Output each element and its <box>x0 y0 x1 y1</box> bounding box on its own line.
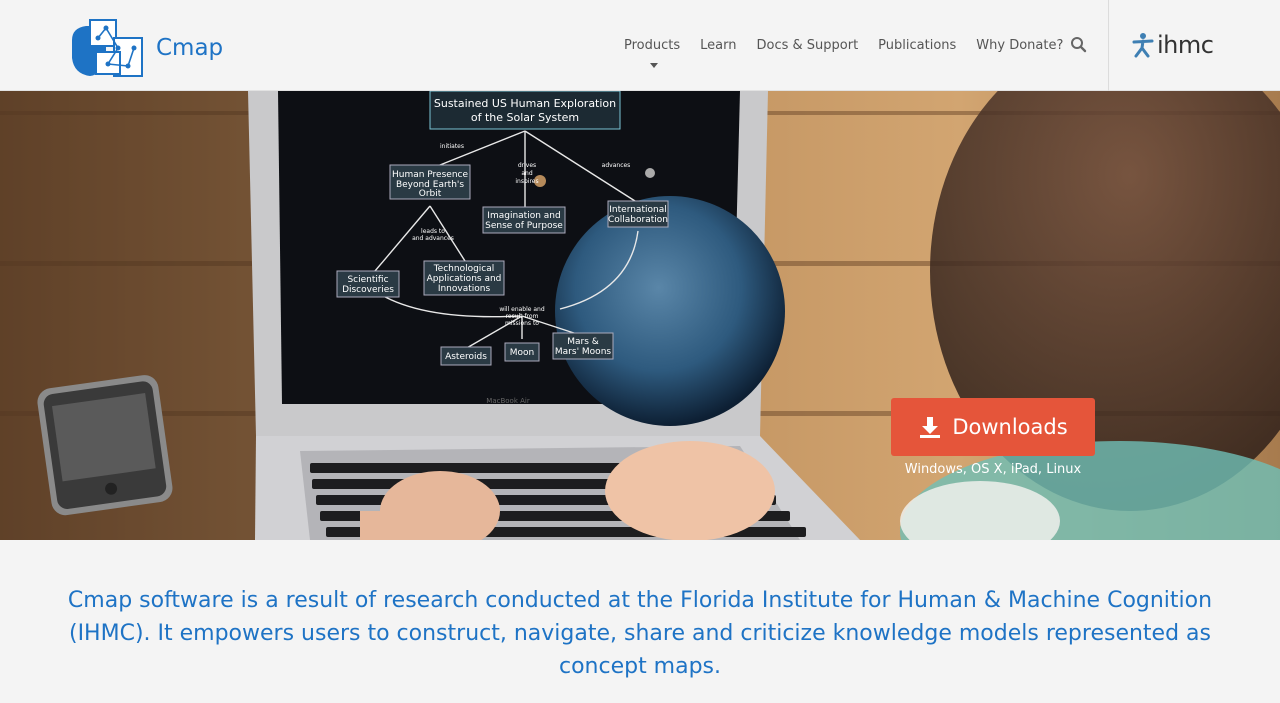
svg-text:Sense of Purpose: Sense of Purpose <box>485 221 563 231</box>
svg-text:Technological: Technological <box>433 264 495 274</box>
svg-text:leads to: leads to <box>421 228 445 235</box>
nav-learn[interactable]: Learn <box>700 38 736 53</box>
site-header: Cmap Products Learn Docs & Support Publi… <box>0 0 1280 91</box>
svg-text:Discoveries: Discoveries <box>342 285 394 295</box>
svg-text:Imagination and: Imagination and <box>487 211 560 221</box>
nav-products-label: Products <box>624 38 681 53</box>
svg-text:Applications and: Applications and <box>427 274 502 284</box>
svg-text:Mars &: Mars & <box>567 337 599 347</box>
intro-text: Cmap software is a result of research co… <box>67 588 1213 679</box>
svg-text:Sustained US Human Exploration: Sustained US Human Exploration <box>434 97 616 110</box>
svg-text:Asteroids: Asteroids <box>445 352 487 362</box>
chevron-down-icon <box>650 63 658 68</box>
downloads-button[interactable]: Downloads <box>891 398 1095 456</box>
downloads-label: Downloads <box>952 415 1068 439</box>
cmap-logo-link[interactable]: Cmap <box>68 18 223 78</box>
nav-products[interactable]: Products <box>624 38 681 68</box>
svg-text:inspires: inspires <box>515 178 538 185</box>
svg-text:Scientific: Scientific <box>347 275 388 285</box>
svg-text:and advances: and advances <box>412 235 454 242</box>
nav-why-donate[interactable]: Why Donate? <box>976 38 1063 53</box>
hero-banner: Sustained US Human Exploration of the So… <box>0 91 1280 540</box>
svg-text:drives: drives <box>518 162 536 169</box>
ihmc-figure-icon <box>1132 33 1154 58</box>
svg-text:and: and <box>521 170 532 177</box>
download-icon <box>920 417 941 438</box>
svg-text:advances: advances <box>602 162 631 169</box>
svg-text:of the Solar System: of the Solar System <box>471 111 579 124</box>
main-nav: Products Learn Docs & Support Publicatio… <box>624 38 1083 68</box>
brand-name: Cmap <box>156 35 224 61</box>
search-icon[interactable] <box>1070 36 1088 54</box>
svg-text:result from: result from <box>506 313 539 320</box>
laptop-brand-label: MacBook Air <box>486 397 530 405</box>
svg-text:missions to: missions to <box>505 320 539 327</box>
nav-docs-support[interactable]: Docs & Support <box>756 38 858 53</box>
header-divider <box>1108 0 1109 91</box>
svg-text:International: International <box>609 205 666 215</box>
svg-text:Mars' Moons: Mars' Moons <box>555 347 611 357</box>
svg-text:Innovations: Innovations <box>438 284 491 294</box>
svg-text:will enable and: will enable and <box>499 306 545 313</box>
ihmc-logo-link[interactable]: ihmc <box>1132 31 1214 59</box>
ihmc-name: ihmc <box>1157 31 1214 59</box>
nav-publications[interactable]: Publications <box>878 38 956 53</box>
svg-text:initiates: initiates <box>440 143 464 150</box>
svg-text:Human Presence: Human Presence <box>392 170 469 180</box>
svg-text:Moon: Moon <box>510 348 534 358</box>
svg-text:Collaboration: Collaboration <box>608 215 668 225</box>
svg-text:Orbit: Orbit <box>419 189 442 199</box>
download-platforms: Windows, OS X, iPad, Linux <box>904 462 1082 477</box>
cmap-logo-icon <box>72 19 143 77</box>
